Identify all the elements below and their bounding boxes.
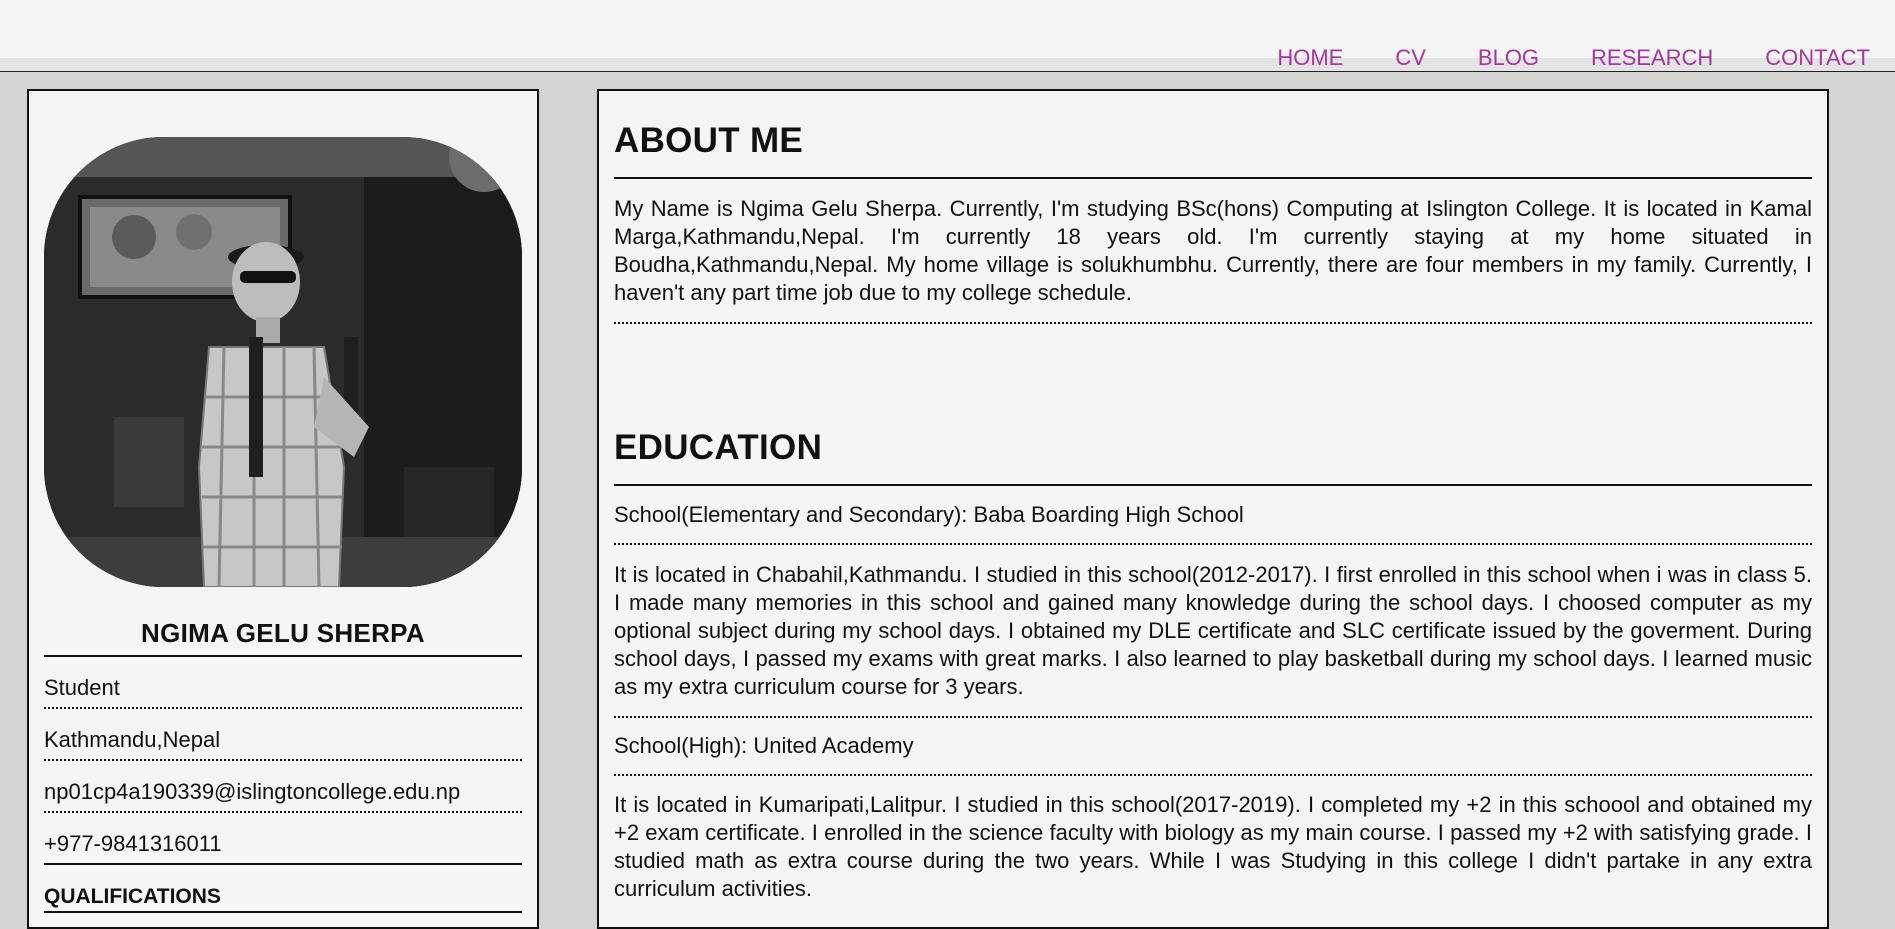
divider [44,911,522,913]
nav-cv-link[interactable]: CV [1395,46,1426,70]
divider [44,707,522,709]
divider [44,655,522,657]
profile-phone: +977-9841316011 [44,831,222,856]
divider [614,484,1812,486]
about-heading: ABOUT ME [614,121,804,160]
nav-research-link[interactable]: RESEARCH [1591,46,1713,70]
divider [614,322,1812,324]
education-heading: EDUCATION [614,428,823,467]
nav-home-link[interactable]: HOME [1277,46,1343,70]
school-title: School(Elementary and Secondary): Baba B… [614,502,1244,527]
school-description: It is located in Chabahil,Kathmandu. I s… [614,562,1812,699]
profile-card: NGIMA GELU SHERPA Student Kathmandu,Nepa… [27,89,539,929]
divider [614,774,1812,776]
qualifications-heading: QUALIFICATIONS [44,885,221,908]
divider [44,863,522,865]
main-nav: HOME CV BLOG RESEARCH CONTACT [1225,46,1870,70]
divider [44,811,522,813]
divider [614,543,1812,545]
school-description: It is located in Kumaripati,Lalitpur. I … [614,792,1812,901]
nav-contact-link[interactable]: CONTACT [1765,46,1870,70]
profile-role: Student [44,675,120,700]
profile-location: Kathmandu,Nepal [44,727,221,752]
divider [44,759,522,761]
profile-email: np01cp4a190339@islingtoncollege.edu.np [44,779,461,804]
profile-photo [44,137,522,587]
nav-blog-link[interactable]: BLOG [1478,46,1539,70]
about-text: My Name is Ngima Gelu Sherpa. Currently,… [614,196,1812,305]
top-header: HOME CV BLOG RESEARCH CONTACT [0,0,1895,72]
divider [614,177,1812,179]
profile-name: NGIMA GELU SHERPA [141,618,425,648]
school-title: School(High): United Academy [614,733,914,758]
divider [614,716,1812,718]
content-card: ABOUT ME My Name is Ngima Gelu Sherpa. C… [597,89,1829,929]
